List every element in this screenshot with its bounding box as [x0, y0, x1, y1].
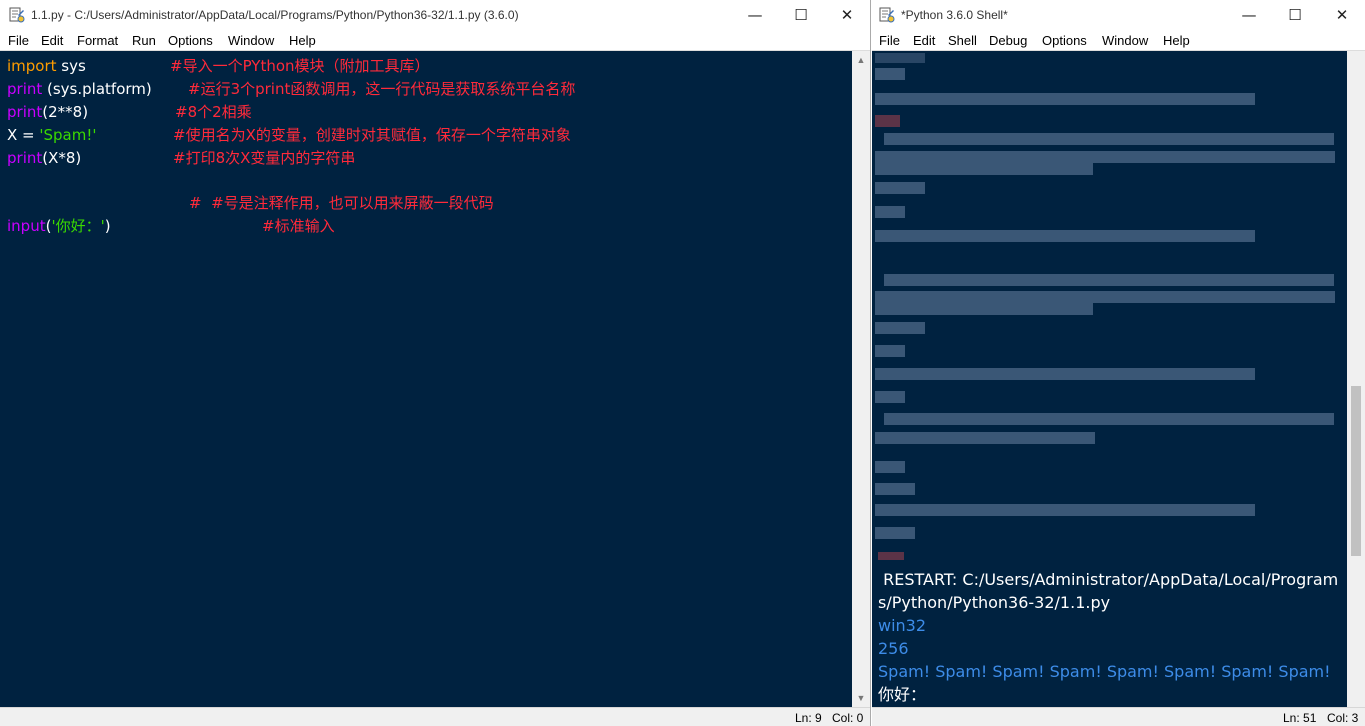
comment-line-8: #标准输入 — [262, 217, 335, 235]
obscured-text — [875, 68, 905, 80]
menu-debug[interactable]: Debug — [989, 33, 1027, 48]
line-number: Ln: 9 — [795, 711, 822, 725]
obscured-text — [875, 322, 925, 334]
menu-edit[interactable]: Edit — [41, 33, 63, 48]
obscured-text — [878, 552, 904, 560]
output-spam: Spam! Spam! Spam! Spam! Spam! Spam! Spam… — [878, 662, 1331, 681]
obscured-text — [875, 461, 905, 473]
obscured-text — [875, 432, 1095, 444]
comment-line-1: #导入一个PYthon模块（附加工具库） — [170, 57, 430, 75]
menu-edit[interactable]: Edit — [913, 33, 935, 48]
obscured-text — [875, 163, 1093, 175]
builtin-token: print — [7, 149, 43, 167]
string-token: '你好：' — [51, 217, 105, 235]
editor-statusbar: Ln: 9 Col: 0 — [0, 707, 870, 726]
column-number: Col: 0 — [832, 711, 864, 725]
editor-scrollbar[interactable]: ▲ ▼ — [852, 51, 870, 707]
maximize-button[interactable]: ☐ — [778, 0, 824, 30]
code-editor[interactable]: import sys #导入一个PYthon模块（附加工具库） print (s… — [0, 51, 853, 707]
builtin-token: print — [7, 103, 43, 121]
output-platform: win32 — [878, 616, 927, 635]
keyword-token: import — [7, 57, 57, 75]
shell-menubar: File Edit Shell Debug Options Window Hel… — [872, 30, 1365, 51]
editor-menubar: File Edit Format Run Options Window Help — [0, 30, 870, 51]
comment-line-5: #打印8次X变量内的字符串 — [173, 149, 356, 167]
builtin-token: print — [7, 80, 43, 98]
obscured-text — [875, 230, 1255, 242]
close-button[interactable]: ✕ — [1319, 0, 1365, 30]
code-token: (2**8) — [42, 103, 89, 121]
obscured-text — [875, 53, 925, 63]
obscured-text — [875, 303, 1093, 315]
idle-shell-icon — [879, 7, 895, 23]
obscured-text — [875, 527, 915, 539]
code-line-1: import sys — [7, 55, 86, 77]
obscured-text — [875, 368, 1255, 380]
editor-titlebar[interactable]: 1.1.py - C:/Users/Administrator/AppData/… — [0, 0, 870, 30]
idle-file-icon — [9, 7, 25, 23]
obscured-text — [875, 93, 1255, 105]
obscured-text — [875, 504, 1255, 516]
scroll-down-arrow-icon[interactable]: ▼ — [852, 690, 870, 706]
builtin-token: input — [7, 217, 46, 235]
obscured-text — [875, 151, 1335, 163]
obscured-text — [875, 345, 905, 357]
code-token: (X*8) — [42, 149, 82, 167]
comment-line-2: #运行3个print函数调用，这一行代码是获取系统平台名称 — [188, 80, 576, 98]
code-token: sys — [56, 57, 86, 75]
obscured-text — [875, 206, 905, 218]
column-number: Col: 3 — [1327, 711, 1359, 725]
code-token: ) — [104, 217, 111, 235]
menu-help[interactable]: Help — [1163, 33, 1190, 48]
restart-line-continued: s/Python/Python36-32/1.1.py — [878, 593, 1111, 612]
editor-window: 1.1.py - C:/Users/Administrator/AppData/… — [0, 0, 871, 726]
string-token: 'Spam!' — [39, 126, 97, 144]
obscured-text — [875, 291, 1335, 303]
comment-line-4: #使用名为X的变量，创建时对其赋值，保存一个字符串对象 — [173, 126, 571, 144]
menu-help[interactable]: Help — [289, 33, 316, 48]
output-power: 256 — [878, 639, 909, 658]
obscured-text — [875, 391, 905, 403]
code-line-8: input('你好：') — [7, 215, 111, 237]
code-line-4: X = 'Spam!' — [7, 124, 97, 146]
menu-run[interactable]: Run — [132, 33, 156, 48]
menu-file[interactable]: File — [879, 33, 900, 48]
code-token: (sys.platform) — [42, 80, 152, 98]
obscured-text — [875, 483, 915, 495]
maximize-button[interactable]: ☐ — [1272, 0, 1318, 30]
minimize-button[interactable]: — — [732, 0, 778, 30]
code-line-2: print (sys.platform) — [7, 78, 152, 100]
scroll-up-arrow-icon[interactable]: ▲ — [852, 52, 870, 68]
menu-window[interactable]: Window — [1102, 33, 1148, 48]
menu-file[interactable]: File — [8, 33, 29, 48]
scroll-thumb[interactable] — [1351, 386, 1361, 556]
menu-options[interactable]: Options — [1042, 33, 1087, 48]
menu-shell[interactable]: Shell — [948, 33, 977, 48]
obscured-text — [875, 115, 900, 127]
obscured-text — [884, 133, 1334, 145]
menu-format[interactable]: Format — [77, 33, 118, 48]
code-line-5: print(X*8) — [7, 147, 81, 169]
shell-title: *Python 3.6.0 Shell* — [901, 8, 1008, 22]
editor-title: 1.1.py - C:/Users/Administrator/AppData/… — [31, 8, 519, 22]
obscured-text — [884, 413, 1334, 425]
shell-statusbar: Ln: 51 Col: 3 — [872, 707, 1365, 726]
input-prompt[interactable]: 你好： — [878, 683, 926, 706]
code-line-3: print(2**8) — [7, 101, 88, 123]
restart-line: RESTART: C:/Users/Administrator/AppData/… — [878, 570, 1339, 589]
comment-line-3: #8个2相乘 — [175, 103, 252, 121]
obscured-text — [884, 274, 1334, 286]
line-number: Ln: 51 — [1283, 711, 1317, 725]
obscured-text — [875, 182, 925, 194]
code-token: X = — [7, 126, 40, 144]
shell-titlebar[interactable]: *Python 3.6.0 Shell* — ☐ ✕ — [872, 0, 1365, 30]
close-button[interactable]: ✕ — [824, 0, 870, 30]
shell-window: *Python 3.6.0 Shell* — ☐ ✕ File Edit She… — [872, 0, 1365, 726]
menu-options[interactable]: Options — [168, 33, 213, 48]
shell-output-area[interactable]: RESTART: C:/Users/Administrator/AppData/… — [872, 51, 1347, 707]
minimize-button[interactable]: — — [1226, 0, 1272, 30]
comment-line-7: # #号是注释作用，也可以用来屏蔽一段代码 — [189, 194, 494, 212]
shell-scrollbar[interactable] — [1347, 51, 1365, 707]
menu-window[interactable]: Window — [228, 33, 274, 48]
